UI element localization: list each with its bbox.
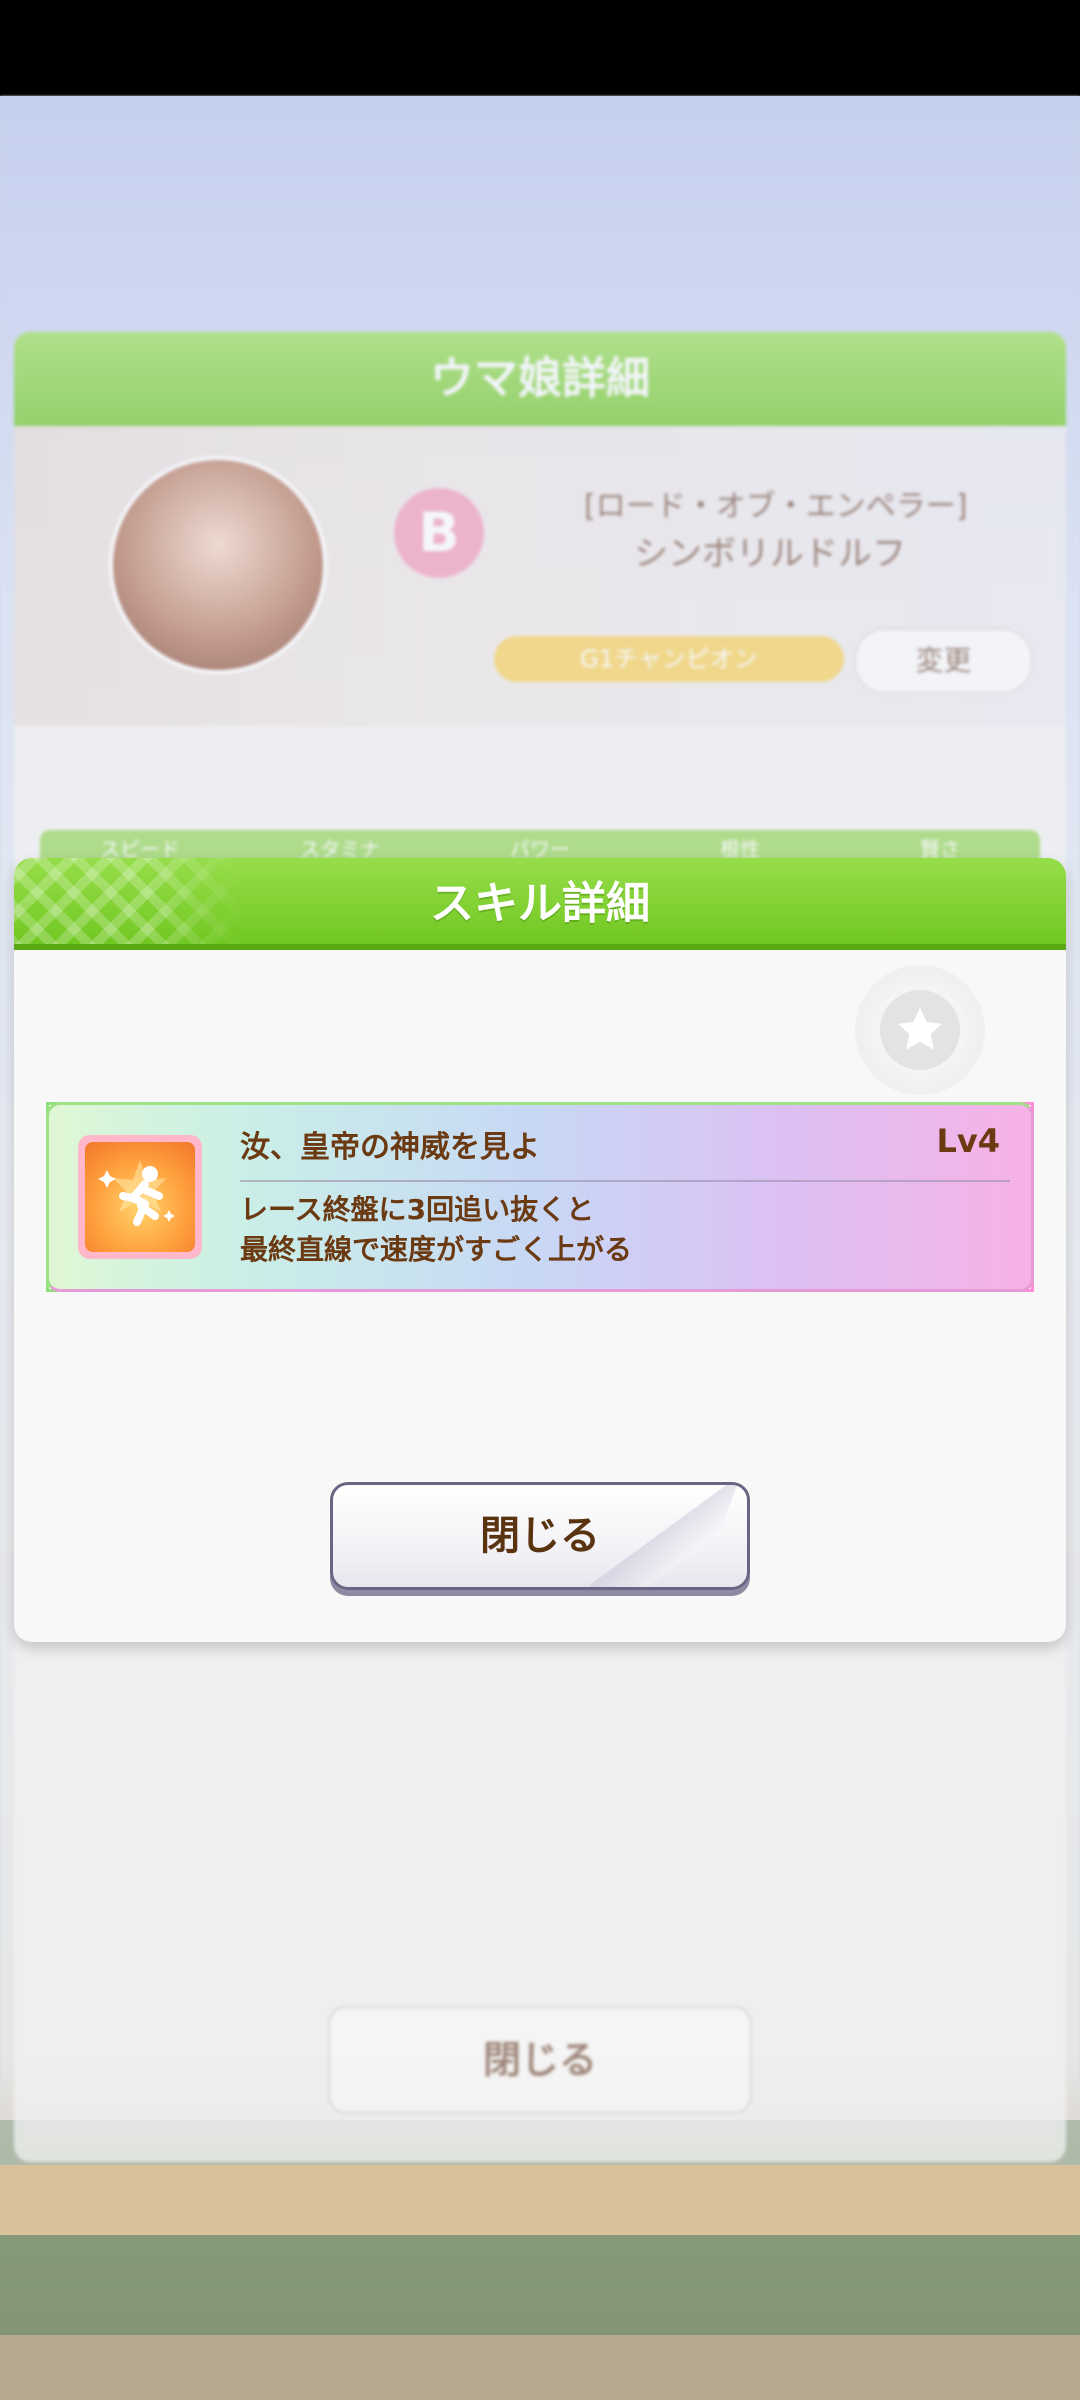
background-dirt	[0, 2335, 1080, 2400]
skill-divider	[240, 1180, 1010, 1182]
close-button-label: 閉じる	[480, 1513, 600, 1559]
uma-profile-panel: B [ロード・オブ・エンペラー] シンボリルドルフ G1チャンピオン 変更	[14, 426, 1066, 726]
status-bar	[0, 0, 1080, 96]
background-grass	[0, 2235, 1080, 2335]
costume-name: [ロード・オブ・エンペラー]	[584, 489, 968, 524]
dialog-title: スキル詳細	[430, 878, 650, 929]
skill-description: レース終盤に3回追い抜くと 最終直線で速度がすごく上がる	[240, 1193, 633, 1266]
background-track	[0, 2165, 1080, 2235]
button-shine	[583, 1485, 741, 1587]
runner-acceleration-icon	[85, 1142, 195, 1252]
avatar	[109, 456, 327, 674]
skill-level: Lv4	[936, 1122, 1000, 1160]
skill-name: 汝、皇帝の神威を見よ	[240, 1130, 540, 1165]
header-pattern	[14, 858, 244, 950]
change-button: 変更	[854, 628, 1033, 694]
favorite-button[interactable]	[855, 965, 985, 1095]
uma-detail-title: ウマ娘詳細	[14, 332, 1066, 426]
uma-name: シンボリルドルフ	[634, 534, 906, 574]
header-underline	[14, 944, 1066, 950]
dialog-header: スキル詳細	[14, 858, 1066, 950]
skill-icon-frame	[78, 1135, 202, 1259]
rank-badge: B	[394, 488, 484, 578]
title-pill: G1チャンピオン	[494, 636, 844, 682]
close-button[interactable]: 閉じる	[330, 1482, 750, 1590]
background-close-button: 閉じる	[328, 2006, 752, 2114]
star-icon	[880, 990, 960, 1070]
